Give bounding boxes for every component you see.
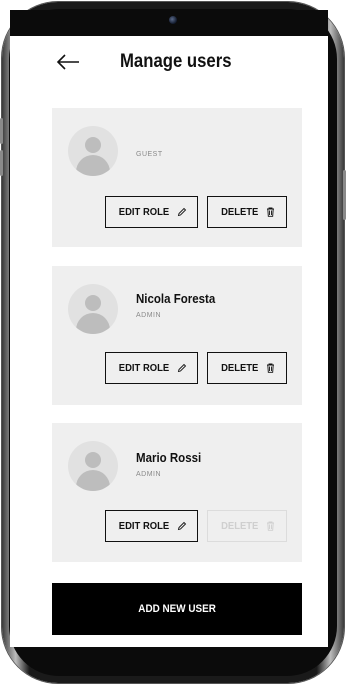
- front-camera: [169, 16, 177, 24]
- app-header: Manage users: [10, 36, 328, 96]
- edit-role-label: EDIT ROLE: [118, 206, 170, 218]
- user-role: ADMIN: [136, 471, 162, 478]
- status-bar: [10, 10, 328, 38]
- user-avatar-icon: [68, 441, 118, 491]
- user-avatar-icon: [68, 126, 118, 176]
- add-new-user-button[interactable]: ADD NEW USER: [52, 583, 302, 635]
- user-card: GUEST EDIT ROLE DELETE: [52, 108, 302, 247]
- delete-label: DELETE: [221, 362, 259, 374]
- page-title: Manage users: [120, 51, 232, 72]
- user-role: GUEST: [136, 151, 163, 158]
- add-new-user-label: ADD NEW USER: [138, 603, 216, 615]
- delete-button-disabled: DELETE: [207, 510, 287, 542]
- trash-icon: [266, 207, 274, 217]
- edit-role-button[interactable]: EDIT ROLE: [105, 510, 198, 542]
- trash-icon: [266, 521, 274, 531]
- app-screen: Manage users GUEST EDIT ROLE DELETE Nico…: [10, 36, 328, 647]
- edit-role-button[interactable]: EDIT ROLE: [105, 352, 198, 384]
- user-name: Nicola Foresta: [136, 292, 216, 306]
- user-role: ADMIN: [136, 312, 162, 319]
- pencil-icon: [177, 207, 187, 217]
- edit-role-button[interactable]: EDIT ROLE: [105, 196, 198, 228]
- user-card: Mario Rossi ADMIN EDIT ROLE DELETE: [52, 423, 302, 562]
- arrow-left-icon[interactable]: [54, 50, 82, 74]
- pencil-icon: [177, 521, 187, 531]
- delete-label: DELETE: [221, 206, 259, 218]
- trash-icon: [266, 363, 274, 373]
- edit-role-label: EDIT ROLE: [118, 520, 170, 532]
- delete-label: DELETE: [221, 520, 259, 532]
- volume-down-button: [0, 150, 3, 176]
- user-avatar-icon: [68, 284, 118, 334]
- edit-role-label: EDIT ROLE: [118, 362, 170, 374]
- delete-button[interactable]: DELETE: [207, 352, 287, 384]
- volume-up-button: [0, 118, 3, 144]
- user-card: Nicola Foresta ADMIN EDIT ROLE DELETE: [52, 266, 302, 405]
- delete-button[interactable]: DELETE: [207, 196, 287, 228]
- pencil-icon: [177, 363, 187, 373]
- user-name: Mario Rossi: [136, 451, 202, 465]
